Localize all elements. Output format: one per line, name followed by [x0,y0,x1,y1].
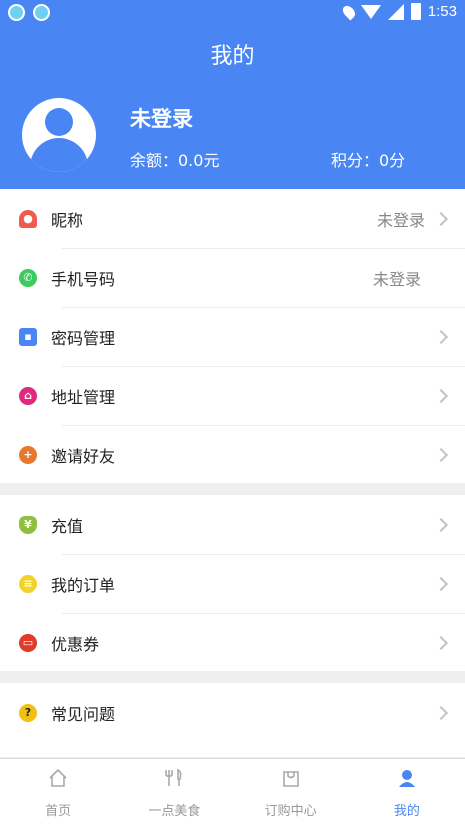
menu-item-label: 密码管理 [51,328,116,348]
status-bar: 1:53 [0,0,465,26]
lock-icon: ▪ [19,327,37,346]
menu-item-invite[interactable]: + 邀请好友 [0,425,465,484]
points-label: 积分：0分 [331,151,406,170]
menu-item-value: 未登录 [376,210,425,230]
avatar[interactable] [22,98,96,172]
tab-food[interactable]: 一点美食 [116,759,232,828]
menu-item-orders[interactable]: ≡ 我的订单 [0,554,465,613]
page-title: 我的 [210,44,255,69]
menu-item-phone[interactable]: ✆ 手机号码 未登录 [0,248,465,307]
chevron-right-icon [433,447,449,462]
location-icon [340,3,358,20]
recharge-icon: ¥ [19,515,37,534]
menu-item-faq[interactable]: ? 常见问题 [0,683,465,742]
bag-icon [280,767,302,789]
account-section: ● 昵称 未登录 ✆ 手机号码 未登录 ▪ 密码管理 ⌂ 地址管理 + 邀请好友 [0,189,465,483]
notification-app-icon [8,4,25,21]
tab-label: 首页 [45,804,72,819]
notification-app-icon [33,4,50,21]
menu-item-value: 未登录 [372,269,421,289]
chevron-right-icon [433,211,449,226]
balance-label: 余额：0.0元 [130,151,220,170]
menu-item-label: 优惠券 [51,634,100,654]
battery-icon [410,3,421,20]
profile-icon [396,767,418,789]
help-section: ? 常见问题 [0,683,465,757]
chevron-right-icon [433,576,449,591]
tab-label: 一点美食 [148,804,201,819]
menu-item-nickname[interactable]: ● 昵称 未登录 [0,189,465,248]
signal-icon [387,3,404,20]
home-icon [47,767,69,789]
address-icon: ⌂ [19,386,37,405]
tab-label: 我的 [393,804,420,819]
menu-item-label: 手机号码 [51,269,116,289]
chevron-right-icon [433,329,449,344]
coupon-icon: ▭ [19,633,37,652]
menu-item-coupons[interactable]: ▭ 优惠券 [0,613,465,672]
tab-home[interactable]: 首页 [0,759,116,828]
tab-label: 订购中心 [264,804,317,819]
status-time: 1:53 [427,3,457,20]
chevron-right-icon [433,705,449,720]
username[interactable]: 未登录 [130,103,193,133]
chevron-right-icon [433,517,449,532]
bottom-tab-bar: 首页 一点美食 订购中心 我的 [0,758,465,828]
menu-item-label: 昵称 [51,210,84,230]
tab-profile[interactable]: 我的 [349,759,465,828]
help-icon: ? [19,703,37,722]
wifi-icon [360,4,381,19]
chevron-right-icon [433,388,449,403]
menu-item-label: 邀请好友 [51,446,116,466]
tab-order-center[interactable]: 订购中心 [233,759,349,828]
food-icon [163,767,185,789]
phone-icon: ✆ [19,268,37,287]
menu-item-label: 充值 [51,516,84,536]
order-section: ¥ 充值 ≡ 我的订单 ▭ 优惠券 [0,495,465,671]
menu-item-label: 地址管理 [51,387,116,407]
invite-icon: + [19,445,37,464]
menu-item-label: 我的订单 [51,575,116,595]
menu-item-label: 常见问题 [51,704,116,724]
menu-item-recharge[interactable]: ¥ 充值 [0,495,465,554]
menu-item-password[interactable]: ▪ 密码管理 [0,307,465,366]
order-icon: ≡ [19,574,37,593]
menu-item-address[interactable]: ⌂ 地址管理 [0,366,465,425]
person-icon: ● [19,209,37,228]
profile-header: 1:53 我的 未登录 余额：0.0元 积分：0分 [0,0,465,189]
chevron-right-icon [433,635,449,650]
